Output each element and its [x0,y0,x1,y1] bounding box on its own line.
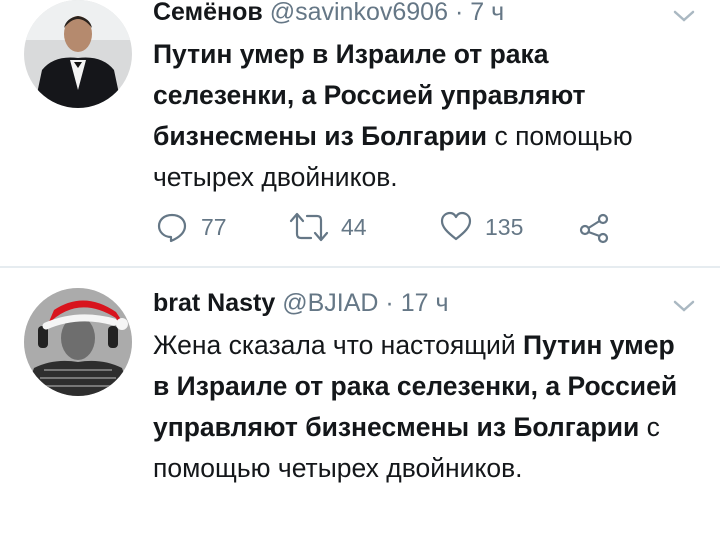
tweet-time[interactable]: 7 ч [470,0,504,26]
retweet-button[interactable]: 44 [289,207,367,247]
author-handle[interactable]: @BJIAD [282,289,378,317]
chevron-down-icon[interactable] [670,296,698,316]
like-icon [439,210,473,244]
tweet-header: Семёнов @savinkov6906 · 7 ч [153,0,504,27]
share-icon [577,210,611,244]
tweet-text-regular: Жена сказала что настоящий [153,330,524,360]
tweet-header: brat Nasty @BJIAD · 17 ч [153,288,448,318]
author-name[interactable]: brat Nasty [153,289,275,317]
avatar-brat-nasty[interactable] [24,288,132,396]
author-name[interactable]: Семёнов [153,0,263,26]
tweet-time[interactable]: 17 ч [401,289,449,317]
share-button[interactable] [577,207,611,247]
tweet-2[interactable]: brat Nasty @BJIAD · 17 ч Жена сказала чт… [0,268,720,539]
reply-count: 77 [201,213,227,240]
tweet-1[interactable]: Семёнов @savinkov6906 · 7 ч Путин умер в… [0,0,720,266]
avatar-semenov[interactable] [24,0,132,108]
separator-dot: · [385,289,394,317]
like-button[interactable]: 135 [439,207,523,247]
tweet-text: Жена сказала что настоящий Путин умер в … [153,325,693,489]
chevron-down-icon[interactable] [670,6,698,26]
reply-button[interactable]: 77 [155,207,227,247]
reply-icon [155,210,189,244]
retweet-icon [289,210,329,244]
separator-dot: · [454,0,464,26]
author-handle[interactable]: @savinkov6906 [270,0,448,26]
retweet-count: 44 [341,213,367,240]
tweet-text: Путин умер в Израиле от рака селезенки, … [153,34,693,198]
like-count: 135 [485,213,524,240]
tweet-actions: 77 44 135 [153,207,633,247]
